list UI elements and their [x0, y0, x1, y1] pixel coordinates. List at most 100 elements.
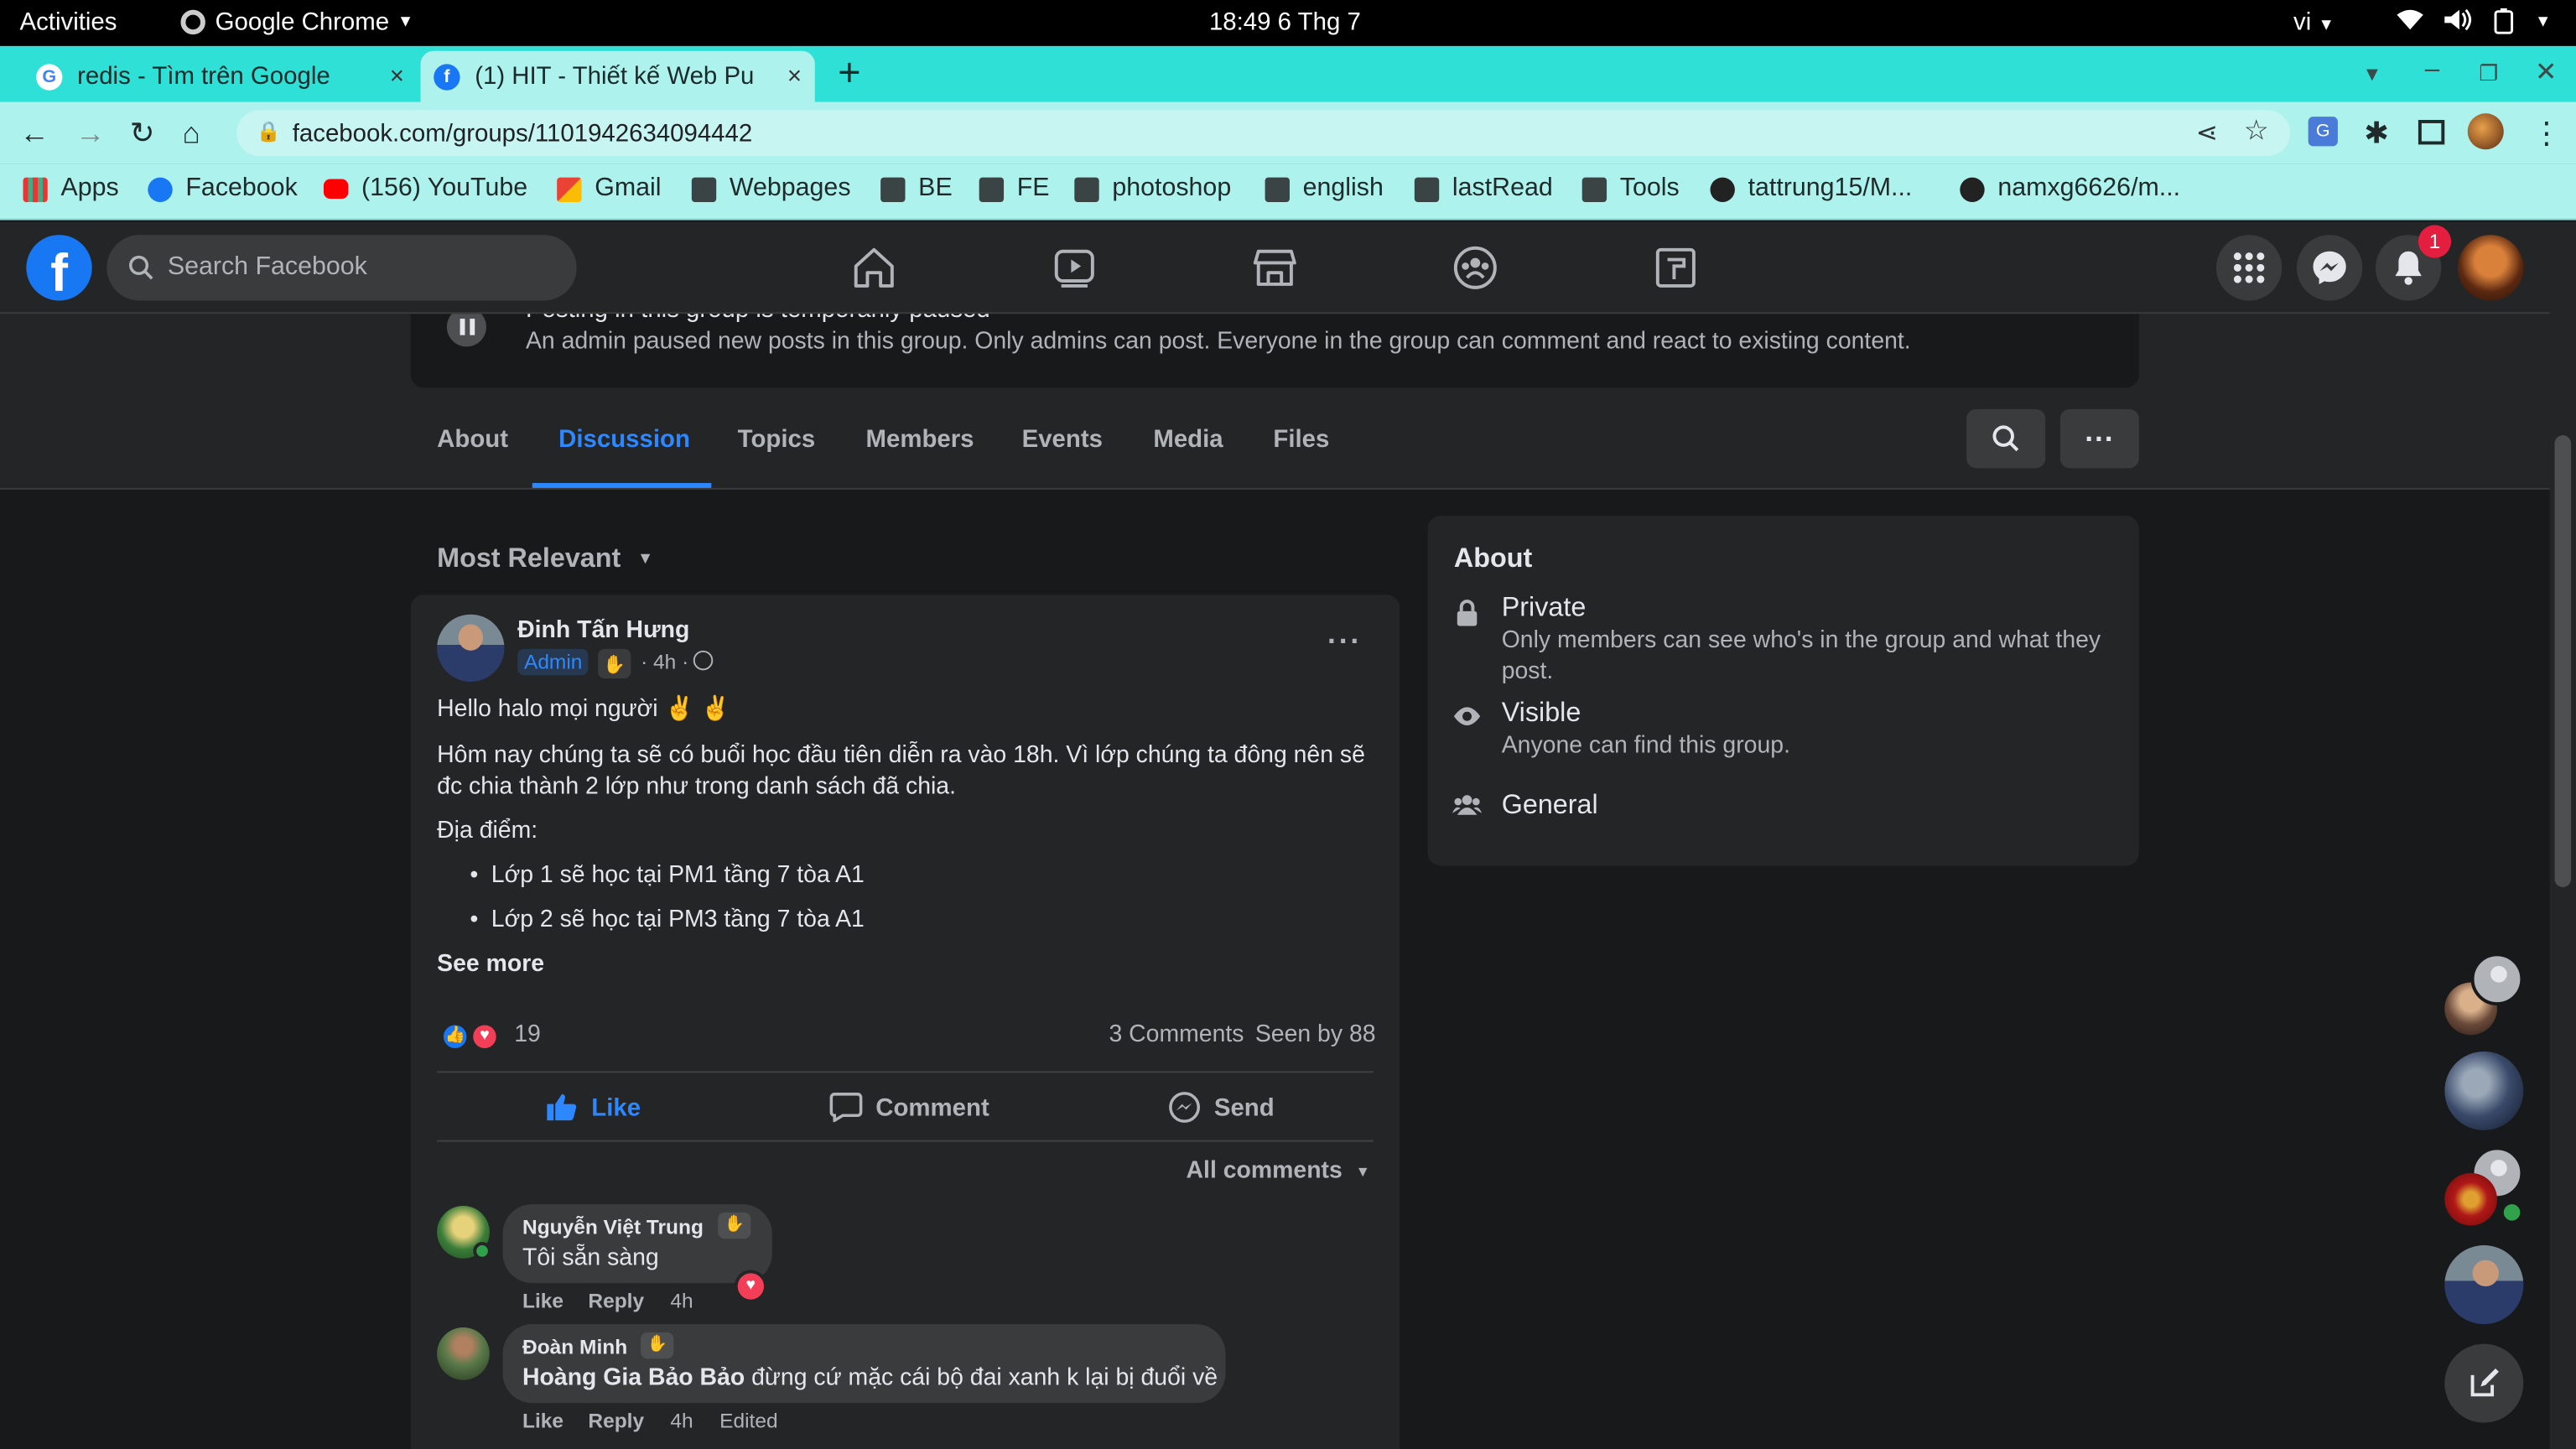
- new-tab-button[interactable]: +: [838, 51, 860, 97]
- battery-icon[interactable]: [2494, 8, 2514, 41]
- volume-icon[interactable]: [2443, 8, 2472, 38]
- comment-like-link[interactable]: Like: [522, 1410, 564, 1432]
- wifi-icon[interactable]: [2395, 8, 2424, 36]
- author-avatar[interactable]: [437, 614, 505, 683]
- close-window-icon[interactable]: ✕: [2535, 56, 2557, 89]
- sort-dropdown[interactable]: Most Relevant ▼: [437, 543, 653, 574]
- share-icon[interactable]: ⋖: [2196, 117, 2218, 149]
- tab-google[interactable]: G redis - Tìm trên Google ×: [23, 51, 417, 102]
- activities-button[interactable]: Activities: [20, 8, 117, 36]
- mentioned-user[interactable]: Hoàng Gia Bảo Bảo: [522, 1365, 745, 1391]
- account-avatar[interactable]: [2457, 235, 2524, 301]
- address-bar[interactable]: 🔒 facebook.com/groups/1101942634094442 ⋖…: [236, 110, 2291, 157]
- marketplace-nav-icon[interactable]: [1242, 238, 1307, 298]
- tab-topics[interactable]: Topics: [738, 425, 816, 453]
- gaming-nav-icon[interactable]: [1643, 238, 1708, 298]
- love-reaction-icon[interactable]: ♥: [734, 1270, 767, 1303]
- tab-files[interactable]: Files: [1273, 425, 1329, 453]
- search-facebook-input[interactable]: Search Facebook: [106, 235, 577, 301]
- post-author-name[interactable]: Đinh Tấn Hưng: [517, 618, 689, 644]
- forward-icon[interactable]: →: [75, 118, 105, 148]
- close-tab-icon[interactable]: ×: [390, 62, 404, 90]
- tab-media[interactable]: Media: [1153, 425, 1223, 453]
- comment-reply-link[interactable]: Reply: [588, 1410, 644, 1432]
- bookmark-github-namxg[interactable]: namxg6626/m...: [1960, 174, 2180, 204]
- profile-avatar[interactable]: [2467, 113, 2504, 150]
- tab-discussion[interactable]: Discussion: [558, 425, 690, 453]
- translate-extension-icon[interactable]: G: [2308, 117, 2338, 147]
- commenter-name[interactable]: Đoàn Minh: [522, 1336, 627, 1358]
- caret-down-icon: ▼: [636, 550, 654, 569]
- group-search-button[interactable]: [1966, 408, 2046, 469]
- side-panel-icon[interactable]: [2418, 120, 2445, 145]
- extensions-puzzle-icon[interactable]: ✱: [2364, 118, 2389, 148]
- tab-search-chevron-icon[interactable]: ▼: [2362, 62, 2381, 85]
- watch-nav-icon[interactable]: [1041, 238, 1107, 298]
- reaction-count[interactable]: 19: [514, 1022, 541, 1048]
- bookmark-youtube[interactable]: (156) YouTube: [323, 174, 527, 204]
- clock[interactable]: 18:49 6 Thg 7: [1209, 8, 1361, 36]
- bookmark-facebook[interactable]: Facebook: [148, 174, 298, 204]
- group-chat-avatar[interactable]: [2470, 953, 2524, 1006]
- app-menu[interactable]: Google Chrome ▼: [180, 8, 413, 36]
- system-menu-chevron-icon[interactable]: ▼: [2535, 13, 2551, 32]
- all-comments-filter[interactable]: All comments ▼: [1187, 1158, 1370, 1184]
- send-button[interactable]: Send: [1168, 1088, 1275, 1127]
- home-icon[interactable]: ⌂: [182, 118, 200, 148]
- home-nav-icon[interactable]: [841, 238, 906, 298]
- maximize-icon[interactable]: ❐: [2479, 60, 2498, 86]
- see-more-link[interactable]: See more: [437, 949, 544, 980]
- post-time[interactable]: · 4h ·: [641, 651, 688, 673]
- bookmark-folder-tools[interactable]: Tools: [1581, 174, 1680, 204]
- new-message-button[interactable]: [2444, 1343, 2524, 1423]
- bookmark-star-icon[interactable]: ☆: [2244, 115, 2269, 148]
- messenger-button[interactable]: [2296, 235, 2363, 301]
- bookmark-folder-lastread[interactable]: lastRead: [1414, 174, 1553, 204]
- comment-like-link[interactable]: Like: [522, 1290, 564, 1312]
- chrome-menu-icon[interactable]: ⋮: [2532, 118, 2561, 148]
- bookmark-folder-webpages[interactable]: Webpages: [691, 174, 851, 204]
- contact-avatar[interactable]: [2444, 1245, 2524, 1325]
- commenter-avatar[interactable]: [437, 1327, 490, 1380]
- like-reaction-icon[interactable]: 👍: [440, 1021, 470, 1052]
- like-button[interactable]: Like: [545, 1088, 641, 1127]
- language-indicator[interactable]: vi ▼: [2293, 8, 2334, 36]
- contact-avatar[interactable]: [2444, 1051, 2524, 1130]
- page-scrollbar[interactable]: [2549, 221, 2576, 1449]
- group-more-button[interactable]: ···: [2059, 408, 2139, 469]
- bookmark-github-tattrung[interactable]: tattrung15/M...: [1710, 174, 1912, 204]
- close-tab-icon[interactable]: ×: [787, 62, 802, 90]
- love-reaction-icon[interactable]: ♥: [470, 1021, 500, 1052]
- group-chat-avatar[interactable]: [2444, 1172, 2497, 1226]
- comments-count[interactable]: 3 Comments: [1109, 1022, 1244, 1048]
- bookmark-folder-english[interactable]: english: [1265, 174, 1384, 204]
- bookmark-folder-fe[interactable]: FE: [979, 174, 1050, 204]
- tab-facebook-group[interactable]: f (1) HIT - Thiết kế Web Pu ×: [420, 50, 815, 102]
- bookmark-apps[interactable]: Apps: [23, 174, 119, 204]
- wave-badge-icon[interactable]: ✋: [641, 1332, 674, 1359]
- menu-grid-button[interactable]: [2215, 235, 2283, 301]
- comment-time[interactable]: 4h: [670, 1290, 693, 1312]
- reload-icon[interactable]: ↻: [130, 118, 155, 148]
- bookmark-folder-photoshop[interactable]: photoshop: [1074, 174, 1231, 204]
- commenter-name[interactable]: Nguyễn Việt Trung: [522, 1216, 704, 1239]
- post-line-body-1: Hôm nay chúng ta sẽ có buổi học đầu tiên…: [437, 742, 1365, 769]
- back-icon[interactable]: ←: [20, 118, 49, 148]
- tab-members[interactable]: Members: [865, 425, 974, 453]
- facebook-logo[interactable]: f: [26, 235, 92, 301]
- seen-count[interactable]: Seen by 88: [1255, 1022, 1376, 1048]
- tab-events[interactable]: Events: [1022, 425, 1103, 453]
- wave-badge-icon[interactable]: ✋: [598, 648, 631, 679]
- bookmark-gmail[interactable]: Gmail: [557, 174, 662, 204]
- tab-about[interactable]: About: [437, 425, 508, 453]
- groups-nav-icon[interactable]: [1442, 238, 1508, 298]
- comment-reply-link[interactable]: Reply: [588, 1290, 644, 1312]
- scrollbar-thumb[interactable]: [2554, 435, 2572, 887]
- admin-badge[interactable]: Admin: [517, 648, 589, 676]
- comment-button[interactable]: Comment: [829, 1088, 989, 1127]
- comment-time[interactable]: 4h: [670, 1410, 693, 1432]
- minimize-icon[interactable]: –: [2425, 56, 2439, 86]
- post-options-icon[interactable]: ···: [1327, 624, 1362, 658]
- bookmark-folder-be[interactable]: BE: [880, 174, 953, 204]
- wave-badge-icon[interactable]: ✋: [718, 1212, 751, 1239]
